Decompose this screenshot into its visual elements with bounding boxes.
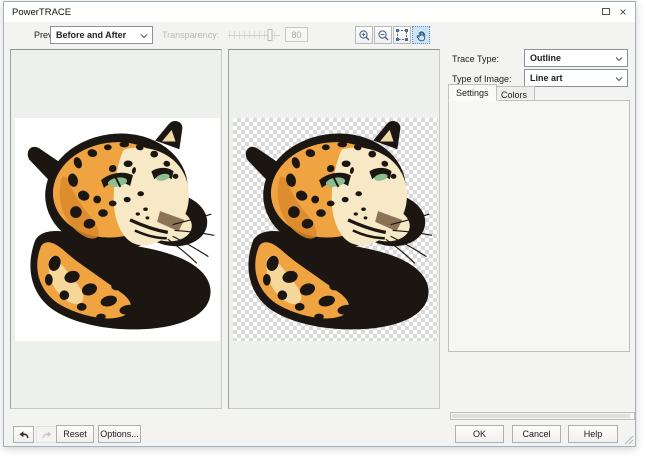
zoom-to-fit-icon	[396, 29, 408, 41]
traced-leopard-image	[233, 118, 438, 341]
title-bar[interactable]: PowerTRACE ×	[4, 2, 635, 22]
chevron-down-icon	[615, 57, 623, 62]
traced-image-canvas[interactable]	[233, 118, 438, 341]
zoom-in-icon	[358, 29, 371, 42]
maximize-button[interactable]	[599, 5, 613, 18]
reset-button[interactable]: Reset	[56, 425, 94, 443]
transparency-label: Transparency:	[162, 30, 219, 40]
transparency-value-field[interactable]: 80	[285, 27, 308, 42]
transparency-slider-thumb[interactable]	[267, 29, 272, 41]
chevron-down-icon	[140, 34, 148, 39]
undo-button[interactable]	[13, 426, 34, 443]
maximize-icon	[602, 8, 610, 15]
ok-button[interactable]: OK	[455, 425, 504, 443]
settings-tab-pane	[448, 100, 630, 352]
help-button[interactable]: Help	[568, 425, 618, 443]
close-icon: ×	[619, 7, 626, 17]
close-button[interactable]: ×	[616, 5, 630, 18]
window-title: PowerTRACE	[12, 7, 71, 18]
redo-button[interactable]	[36, 426, 57, 443]
redo-icon	[41, 429, 53, 440]
powertrace-dialog: PowerTRACE × Preview: Before and After T…	[3, 1, 636, 447]
image-type-dropdown[interactable]: Line art	[524, 69, 628, 87]
chevron-down-icon	[615, 77, 623, 82]
tab-settings[interactable]: Settings	[448, 84, 497, 101]
zoom-in-button[interactable]	[355, 26, 373, 44]
zoom-to-fit-button[interactable]	[393, 26, 411, 44]
preview-dropdown-value: Before and After	[56, 30, 126, 40]
cancel-button[interactable]: Cancel	[512, 425, 561, 443]
resize-grip[interactable]	[624, 435, 634, 445]
zoom-out-icon	[377, 29, 390, 42]
undo-icon	[18, 429, 30, 440]
zoom-out-button[interactable]	[374, 26, 392, 44]
scrollbar-thumb[interactable]	[452, 414, 630, 418]
trace-type-value: Outline	[530, 53, 561, 63]
trace-type-label: Trace Type:	[452, 54, 499, 64]
preview-panel-after	[228, 49, 440, 409]
horizontal-scrollbar[interactable]	[450, 412, 635, 420]
preview-panel-before	[10, 49, 222, 409]
trace-type-dropdown[interactable]: Outline	[524, 49, 628, 67]
image-type-label: Type of Image:	[452, 74, 512, 84]
preview-dropdown[interactable]: Before and After	[50, 26, 153, 44]
image-type-value: Line art	[530, 73, 563, 83]
options-button[interactable]: Options...	[98, 425, 141, 443]
original-leopard-image	[15, 118, 220, 341]
transparency-slider[interactable]	[228, 28, 280, 42]
slider-track	[228, 35, 280, 36]
pan-hand-icon	[415, 29, 428, 42]
original-image-canvas[interactable]	[15, 118, 220, 341]
pan-tool-button[interactable]	[412, 26, 430, 44]
